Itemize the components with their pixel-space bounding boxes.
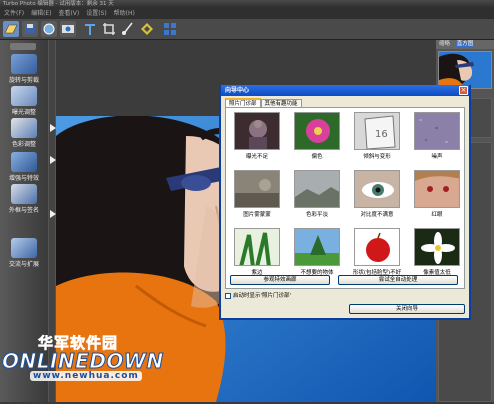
watermark-en: ONLINEDOWN <box>2 349 164 374</box>
sidebar-item-exposure[interactable]: 曝光调整 <box>2 86 46 116</box>
wizard-item-flat-color[interactable]: 色彩平淡 <box>288 170 346 218</box>
frame-sign-icon <box>11 184 37 204</box>
red-eye-thumb-icon <box>414 170 460 208</box>
wizard-grid: 曝光不足 偏色 16 倾斜与变形 噪声 图片雾蒙蒙 色彩平淡 对比度不满意 红眼… <box>225 107 465 289</box>
contrast-thumb-icon <box>354 170 400 208</box>
main-toolbar <box>0 19 494 40</box>
wizard-item-purple-fringe[interactable]: 紫边 <box>228 228 286 276</box>
dialog-title-bar: 向导中心 <box>221 85 469 96</box>
menu-file[interactable]: 文件(F) <box>4 10 24 17</box>
startup-checkbox[interactable] <box>225 292 231 299</box>
svg-text:16: 16 <box>375 129 388 140</box>
layout-icon[interactable] <box>162 21 178 37</box>
color-cast-thumb-icon <box>294 112 340 150</box>
wizard-item-contrast[interactable]: 对比度不满意 <box>348 170 406 218</box>
collapse-handle[interactable] <box>10 43 36 50</box>
menu-help[interactable]: 帮助(H) <box>114 10 135 17</box>
sidebar-item-color[interactable]: 色彩调整 <box>2 118 46 148</box>
text-icon[interactable] <box>82 21 98 37</box>
brush-icon[interactable] <box>120 21 136 37</box>
color-icon <box>11 118 37 138</box>
wizard-item-underexposed[interactable]: 曝光不足 <box>228 112 286 160</box>
web-icon[interactable] <box>60 21 76 37</box>
unwanted-object-thumb-icon <box>294 228 340 266</box>
wizard-item-shape[interactable]: 形状(包括脸型)不好 <box>348 228 406 276</box>
flat-color-thumb-icon <box>294 170 340 208</box>
menu-view[interactable]: 查看(V) <box>58 10 79 17</box>
startup-checkbox-row[interactable]: 启动时显示'照片门诊部' <box>225 291 291 299</box>
wizard-item-foggy[interactable]: 图片雾蒙蒙 <box>228 170 286 218</box>
crop-icon[interactable] <box>101 21 117 37</box>
open-icon[interactable] <box>3 21 19 37</box>
wizard-item-red-eye[interactable]: 红眼 <box>408 170 466 218</box>
close-icon[interactable]: × <box>459 86 468 95</box>
tab-photo-clinic[interactable]: 照片门诊部 <box>225 98 261 107</box>
window-title: Turbo Photo 编辑器 - 试用版本：剩余 31 天 <box>3 1 114 7</box>
wizard-item-skew[interactable]: 16 倾斜与变形 <box>348 112 406 160</box>
tab-histogram[interactable]: 直方图 <box>455 41 475 47</box>
purple-fringe-thumb-icon <box>234 228 280 266</box>
wizard-item-low-pixel[interactable]: 像素值太低 <box>408 228 466 276</box>
share-icon <box>11 238 37 258</box>
close-wizard-button[interactable]: 关闭向导 <box>349 304 465 314</box>
sidebar-item-frame[interactable]: 外框与签名 <box>2 184 46 214</box>
menu-settings[interactable]: 设置(S) <box>86 10 107 17</box>
dialog-tabs: 照片门诊部 其他有趣功能 <box>225 98 302 108</box>
low-pixel-thumb-icon <box>414 228 460 266</box>
effects-icon <box>11 152 37 172</box>
menu-edit[interactable]: 编辑(E) <box>31 10 51 17</box>
menu-bar: 文件(F) 编辑(E) 查看(V) 设置(S) 帮助(H) <box>0 8 494 19</box>
noise-thumb-icon <box>414 112 460 150</box>
watermark-url: www.newhua.com <box>30 371 142 381</box>
gallery-button[interactable]: 参观特效画廊 <box>230 275 330 285</box>
wizard-item-unwanted-object[interactable]: 不想要的物体 <box>288 228 346 276</box>
foggy-thumb-icon <box>234 170 280 208</box>
underexposed-thumb-icon <box>234 112 280 150</box>
exposure-icon <box>11 86 37 106</box>
startup-checkbox-label: 启动时显示'照片门诊部' <box>233 293 292 299</box>
window-title-bar: Turbo Photo 编辑器 - 试用版本：剩余 31 天 <box>0 0 494 8</box>
preview-thumbnail[interactable] <box>438 51 492 89</box>
rotate-icon <box>11 54 37 74</box>
sidebar-item-rotate-crop[interactable]: 旋转与剪裁 <box>2 54 46 84</box>
dialog-title: 向导中心 <box>225 87 250 94</box>
skew-thumb-icon: 16 <box>354 112 400 150</box>
sidebar-item-effects[interactable]: 增强与特效 <box>2 152 46 182</box>
right-panel-tabs: 缩略 直方图 <box>436 40 494 49</box>
shape-thumb-icon <box>354 228 400 266</box>
wizard-dialog: 向导中心 × 照片门诊部 其他有趣功能 曝光不足 偏色 16 倾斜与变形 噪声 … <box>219 85 471 320</box>
wizard-item-noise[interactable]: 噪声 <box>408 112 466 160</box>
sidebar-item-share[interactable]: 交流与扩展 <box>2 238 46 268</box>
print-icon[interactable] <box>41 21 57 37</box>
tab-thumbnail[interactable]: 缩略 <box>438 41 451 47</box>
auto-process-button[interactable]: 尝试全自动处理 <box>338 275 458 285</box>
save-icon[interactable] <box>22 21 38 37</box>
frame-icon[interactable] <box>139 21 155 37</box>
wizard-item-color-cast[interactable]: 偏色 <box>288 112 346 160</box>
site-watermark: 华军软件园 ONLINEDOWN www.newhua.com <box>2 332 164 392</box>
